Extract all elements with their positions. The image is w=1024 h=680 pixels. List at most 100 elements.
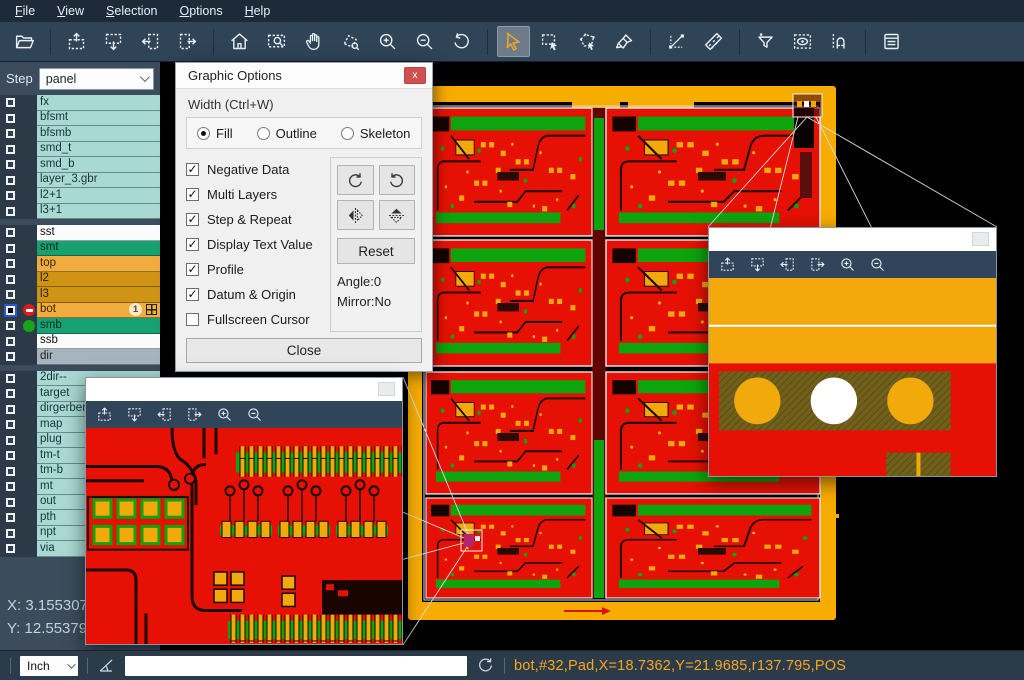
magnifier-right-view[interactable]	[709, 278, 996, 476]
layer-visibility-checkbox[interactable]	[6, 259, 15, 268]
report-panel-button[interactable]	[875, 26, 908, 57]
magnifier-left-window-button[interactable]	[378, 382, 395, 396]
zoom-out-button[interactable]	[408, 26, 441, 57]
layer-visibility-checkbox[interactable]	[6, 98, 15, 107]
box-arrow-left-button[interactable]	[156, 406, 173, 423]
menu-selection[interactable]: Selection	[95, 0, 168, 22]
pan-right-button[interactable]	[171, 26, 204, 57]
layer-row-smb[interactable]: smb	[0, 318, 160, 334]
menu-view[interactable]: View	[46, 0, 95, 22]
view-options-button[interactable]	[786, 26, 819, 57]
width-mode-outline[interactable]: Outline	[257, 126, 317, 141]
layer-row-bfsmt[interactable]: bfsmt	[0, 111, 160, 127]
layer-visibility-checkbox[interactable]	[6, 207, 15, 216]
reset-button[interactable]: Reset	[337, 238, 415, 264]
layer-row-layer-3-gbr[interactable]: layer_3.gbr	[0, 173, 160, 189]
option-step-repeat[interactable]: ✓Step & Repeat	[186, 207, 324, 232]
layer-visibility-checkbox[interactable]	[6, 145, 15, 154]
menu-options[interactable]: Options	[168, 0, 233, 22]
layer-visibility-checkbox[interactable]	[6, 389, 15, 398]
open-file-button[interactable]	[8, 26, 41, 57]
layer-visibility-checkbox[interactable]	[6, 290, 15, 299]
layer-row-dir[interactable]: dir	[0, 349, 160, 365]
layer-visibility-checkbox[interactable]	[6, 244, 15, 253]
box-arrow-left-button[interactable]	[779, 256, 796, 273]
zoom-in-button[interactable]	[371, 26, 404, 57]
pan-up-button[interactable]	[60, 26, 93, 57]
layer-visibility-checkbox[interactable]	[6, 129, 15, 138]
layer-row-l2-1[interactable]: l2+1	[0, 188, 160, 204]
box-arrow-up-button[interactable]	[96, 406, 113, 423]
layer-visibility-checkbox[interactable]	[6, 374, 15, 383]
zoom-out-button[interactable]	[869, 256, 886, 273]
mirror-vertical-button[interactable]	[379, 200, 416, 230]
layer-visibility-checkbox[interactable]	[6, 191, 15, 200]
layer-row-sst[interactable]: sst	[0, 225, 160, 241]
layer-visibility-checkbox[interactable]	[6, 114, 15, 123]
measure-distance-button[interactable]	[660, 26, 693, 57]
layer-row-bfsmb[interactable]: bfsmb	[0, 126, 160, 142]
zoom-window-button[interactable]	[260, 26, 293, 57]
magnifier-right-window-button[interactable]	[972, 232, 989, 246]
magnifier-left-titlebar[interactable]	[86, 378, 402, 401]
layer-row-l2[interactable]: l2	[0, 272, 160, 288]
rotate-counterclockwise-button[interactable]	[379, 165, 416, 195]
width-mode-skeleton[interactable]: Skeleton	[341, 126, 411, 141]
zoom-object-button[interactable]	[334, 26, 367, 57]
menu-file[interactable]: File	[4, 0, 46, 22]
grid-icon[interactable]	[146, 304, 157, 315]
select-cursor-button[interactable]	[497, 26, 530, 57]
layer-row-l3-1[interactable]: l3+1	[0, 204, 160, 220]
rotate-clockwise-button[interactable]	[337, 165, 374, 195]
layer-row-l3[interactable]: l3	[0, 287, 160, 303]
pan-left-button[interactable]	[134, 26, 167, 57]
layer-visibility-checkbox[interactable]	[6, 337, 15, 346]
layer-visibility-checkbox[interactable]	[6, 544, 15, 553]
option-profile[interactable]: ✓Profile	[186, 257, 324, 282]
pan-hand-button[interactable]	[297, 26, 330, 57]
layer-visibility-checkbox[interactable]	[6, 451, 15, 460]
select-rectangle-button[interactable]	[534, 26, 567, 57]
zoom-in-button[interactable]	[216, 406, 233, 423]
zoom-home-button[interactable]	[223, 26, 256, 57]
zoom-out-button[interactable]	[246, 406, 263, 423]
layer-row-bot[interactable]: bot1	[0, 303, 160, 319]
layer-visibility-checkbox[interactable]	[6, 306, 15, 315]
layer-visibility-checkbox[interactable]	[6, 321, 15, 330]
select-polygon-button[interactable]	[571, 26, 604, 57]
dialog-close-x-button[interactable]: x	[404, 67, 426, 84]
mirror-horizontal-button[interactable]	[337, 200, 374, 230]
layer-visibility-checkbox[interactable]	[6, 436, 15, 445]
box-arrow-down-button[interactable]	[749, 256, 766, 273]
brush-tool-button[interactable]	[608, 26, 641, 57]
box-arrow-down-button[interactable]	[126, 406, 143, 423]
layer-visibility-checkbox[interactable]	[6, 529, 15, 538]
box-arrow-up-button[interactable]	[719, 256, 736, 273]
layer-visibility-checkbox[interactable]	[6, 467, 15, 476]
layer-visibility-checkbox[interactable]	[6, 352, 15, 361]
zoom-previous-button[interactable]	[445, 26, 478, 57]
angle-measure-icon[interactable]	[97, 656, 116, 675]
option-fullscreen-cursor[interactable]: Fullscreen Cursor	[186, 307, 324, 332]
layer-row-smt[interactable]: smt	[0, 241, 160, 257]
zoom-in-button[interactable]	[839, 256, 856, 273]
snap-tool-button[interactable]	[823, 26, 856, 57]
unit-selector[interactable]: Inch	[20, 656, 78, 676]
dialog-close-button[interactable]: Close	[186, 338, 422, 363]
measure-ruler-button[interactable]	[697, 26, 730, 57]
option-datum-origin[interactable]: ✓Datum & Origin	[186, 282, 324, 307]
layer-row-smd-t[interactable]: smd_t	[0, 142, 160, 158]
pan-down-button[interactable]	[97, 26, 130, 57]
box-arrow-right-button[interactable]	[186, 406, 203, 423]
box-arrow-right-button[interactable]	[809, 256, 826, 273]
layer-row-fx[interactable]: fx	[0, 95, 160, 111]
dialog-titlebar[interactable]: Graphic Options x	[176, 63, 432, 89]
layer-visibility-checkbox[interactable]	[6, 228, 15, 237]
menu-help[interactable]: Help	[234, 0, 282, 22]
layer-visibility-checkbox[interactable]	[6, 513, 15, 522]
layer-visibility-checkbox[interactable]	[6, 176, 15, 185]
layer-visibility-checkbox[interactable]	[6, 275, 15, 284]
layer-visibility-checkbox[interactable]	[6, 482, 15, 491]
layer-visibility-checkbox[interactable]	[6, 420, 15, 429]
selection-filter-button[interactable]	[749, 26, 782, 57]
